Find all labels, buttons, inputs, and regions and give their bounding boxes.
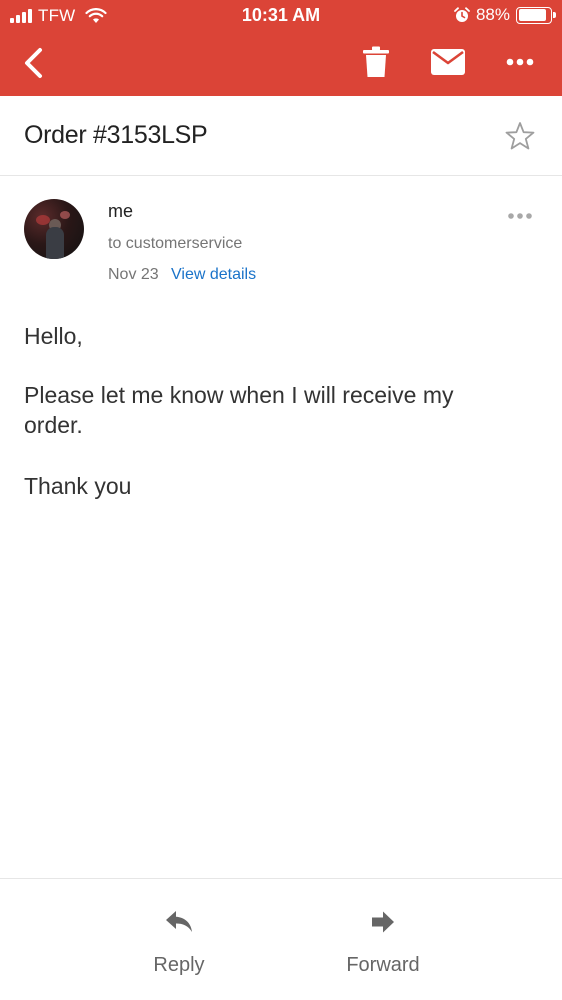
body-paragraph: Please let me know when I will receive m…	[24, 382, 454, 438]
view-details-link[interactable]: View details	[171, 266, 256, 284]
star-button[interactable]	[504, 121, 536, 151]
email-subject: Order #3153LSP	[24, 121, 208, 149]
forward-icon	[372, 911, 394, 933]
reply-label: Reply	[153, 954, 205, 976]
sender-name: me	[108, 201, 134, 221]
app-header: TFW 10:31 AM 88%	[0, 0, 562, 96]
sender-avatar[interactable]	[24, 199, 84, 259]
back-button[interactable]	[20, 46, 48, 80]
status-bar: TFW 10:31 AM 88%	[0, 0, 562, 32]
reply-button[interactable]: Reply	[109, 879, 249, 1000]
email-date: Nov 23	[108, 266, 159, 283]
reply-icon	[166, 911, 192, 932]
mark-unread-button[interactable]	[431, 49, 465, 75]
battery-icon	[516, 6, 556, 24]
body-signoff: Thank you	[24, 473, 132, 499]
forward-button[interactable]: Forward	[313, 879, 453, 1000]
more-options-button[interactable]	[506, 57, 534, 67]
subject-row: Order #3153LSP	[0, 96, 562, 176]
recipient-line: to customerservice	[108, 235, 243, 252]
bottom-action-bar: Reply Forward	[0, 878, 562, 1000]
message-more-icon[interactable]	[507, 212, 533, 220]
body-greeting: Hello,	[24, 323, 83, 349]
forward-label: Forward	[346, 954, 420, 976]
battery-percent: 88%	[475, 5, 510, 24]
alarm-clock-icon	[454, 7, 470, 22]
delete-button[interactable]	[363, 46, 389, 78]
battery-level-fill	[518, 9, 546, 21]
status-right: 88%	[454, 5, 556, 25]
